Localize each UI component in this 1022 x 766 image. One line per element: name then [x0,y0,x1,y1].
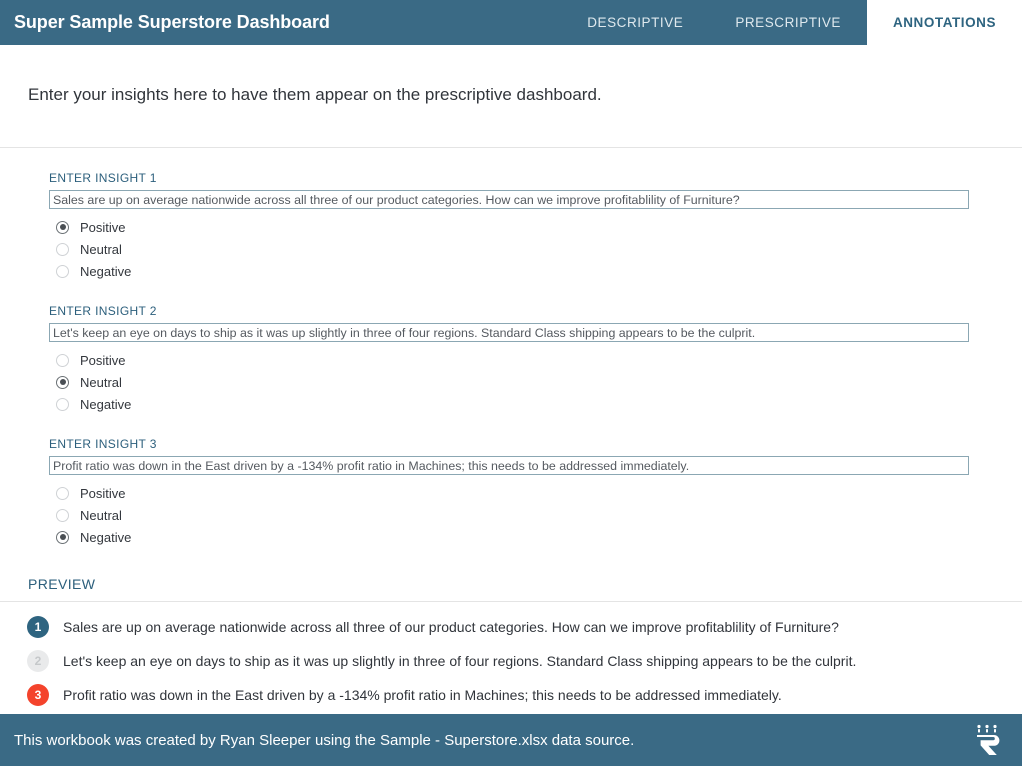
status-badge: 1 [27,616,49,638]
radio-icon[interactable] [56,264,69,278]
preview-row-text: Let's keep an eye on days to ship as it … [63,653,857,669]
radio-label: Negative [80,263,132,279]
insight-1-label: ENTER INSIGHT 1 [49,171,157,185]
dashboard-page: Super Sample Superstore Dashboard DESCRI… [0,0,1022,766]
insight-1-radio-neutral[interactable]: Neutral [56,238,1022,260]
radio-icon[interactable] [56,375,69,389]
insight-2-sentiment-group: Positive Neutral Negative [56,349,1022,415]
insight-1-radio-negative[interactable]: Negative [56,260,1022,282]
preview-row-3: 3 Profit ratio was down in the East driv… [0,678,1022,712]
page-title: Super Sample Superstore Dashboard [14,12,330,32]
insight-1-sentiment-group: Positive Neutral Negative [56,216,1022,282]
radio-label: Positive [80,219,126,235]
radio-icon[interactable] [56,220,69,234]
tab-bar: DESCRIPTIVE PRESCRIPTIVE ANNOTATIONS [561,0,1022,45]
radio-label: Neutral [80,241,122,257]
radio-icon[interactable] [56,508,69,522]
preview-row-2: 2 Let's keep an eye on days to ship as i… [0,644,1022,678]
status-badge: 3 [27,684,49,706]
radio-icon[interactable] [56,242,69,256]
insight-2-label: ENTER INSIGHT 2 [49,304,157,318]
insight-block-1: ENTER INSIGHT 1 Positive Neutral Negativ… [0,149,1022,282]
insight-3-radio-positive[interactable]: Positive [56,482,1022,504]
insight-3-input[interactable] [49,456,969,475]
preview-list: 1 Sales are up on average nationwide acr… [0,610,1022,712]
app-footer: This workbook was created by Ryan Sleepe… [0,714,1022,766]
status-badge: 2 [27,650,49,672]
tab-descriptive[interactable]: DESCRIPTIVE [561,0,709,45]
preview-divider [0,601,1022,602]
radio-label: Negative [80,396,132,412]
insight-2-radio-positive[interactable]: Positive [56,349,1022,371]
radio-icon[interactable] [56,397,69,411]
preview-row-1: 1 Sales are up on average nationwide acr… [0,610,1022,644]
radio-icon[interactable] [56,530,69,544]
insight-3-sentiment-group: Positive Neutral Negative [56,482,1022,548]
tab-annotations[interactable]: ANNOTATIONS [866,0,1022,45]
insight-block-2: ENTER INSIGHT 2 Positive Neutral Negativ… [0,282,1022,415]
insight-1-input[interactable] [49,190,969,209]
insight-1-radio-positive[interactable]: Positive [56,216,1022,238]
radio-icon[interactable] [56,486,69,500]
preview-row-text: Profit ratio was down in the East driven… [63,687,782,703]
radio-icon[interactable] [56,353,69,367]
app-header: Super Sample Superstore Dashboard DESCRI… [0,0,1022,45]
insight-3-radio-neutral[interactable]: Neutral [56,504,1022,526]
preview-row-text: Sales are up on average nationwide acros… [63,619,839,635]
insights-form: ENTER INSIGHT 1 Positive Neutral Negativ… [0,149,1022,548]
insight-2-radio-neutral[interactable]: Neutral [56,371,1022,393]
radio-label: Positive [80,352,126,368]
insight-3-label: ENTER INSIGHT 3 [49,437,157,451]
tab-prescriptive[interactable]: PRESCRIPTIVE [709,0,867,45]
instruction-text: Enter your insights here to have them ap… [28,85,602,104]
insight-2-radio-negative[interactable]: Negative [56,393,1022,415]
subtitle-band: Enter your insights here to have them ap… [0,45,1022,148]
footer-credit-text: This workbook was created by Ryan Sleepe… [14,731,635,749]
radio-label: Neutral [80,374,122,390]
radio-label: Negative [80,529,132,545]
ryan-sleeper-r-logo-icon [970,722,1004,758]
radio-label: Positive [80,485,126,501]
insight-block-3: ENTER INSIGHT 3 Positive Neutral Negativ… [0,415,1022,548]
insight-3-radio-negative[interactable]: Negative [56,526,1022,548]
insight-2-input[interactable] [49,323,969,342]
radio-label: Neutral [80,507,122,523]
preview-heading: PREVIEW [28,576,96,592]
